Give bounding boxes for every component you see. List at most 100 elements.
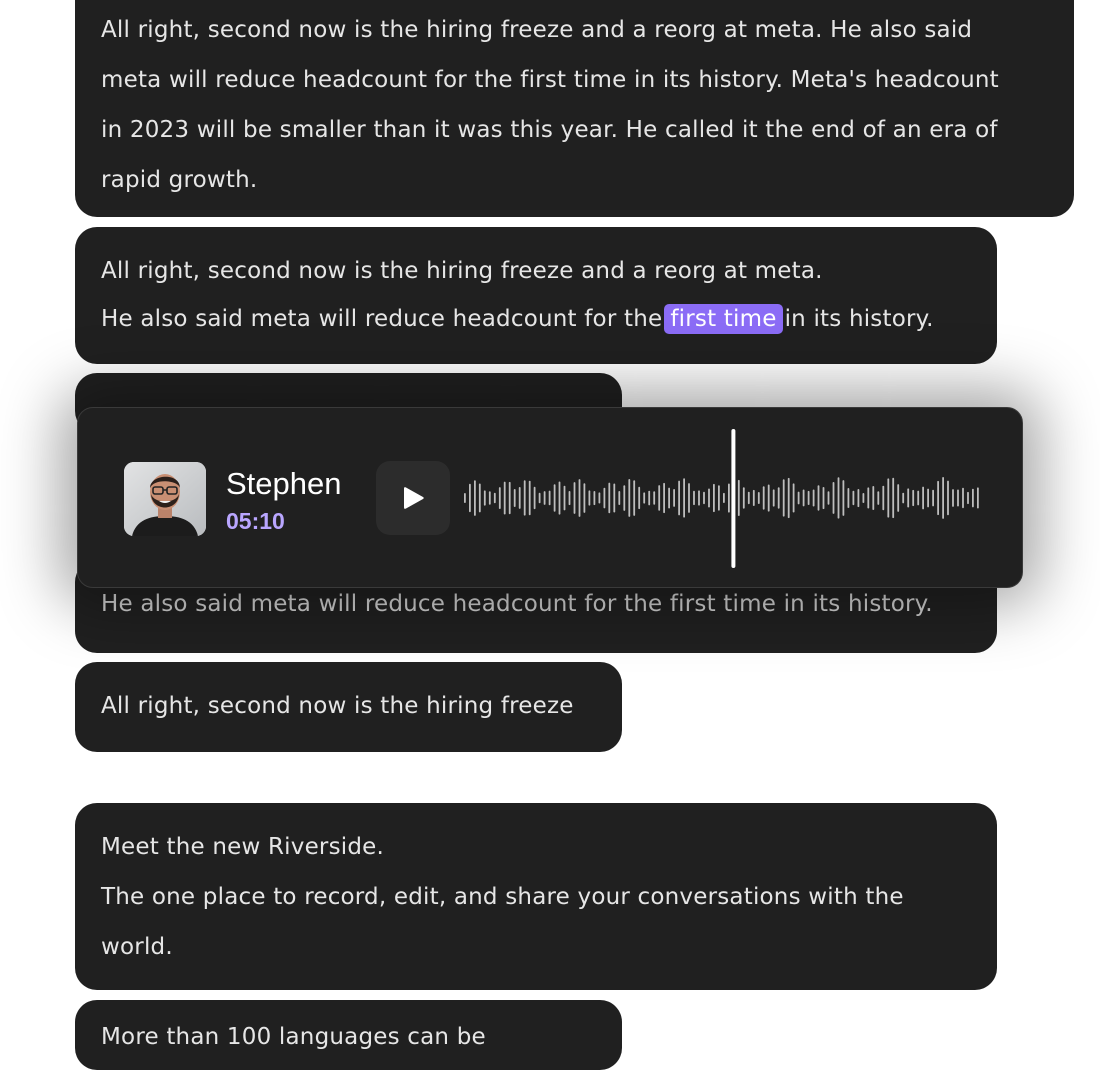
waveform-bar	[772, 489, 775, 507]
waveform-bar	[703, 491, 705, 505]
waveform-bar	[613, 483, 616, 513]
transcript-segment[interactable]: All right, second now is the hiring free…	[75, 0, 1074, 217]
waveform-bar	[797, 491, 800, 505]
waveform-bar	[787, 477, 790, 519]
waveform-bar	[842, 480, 845, 516]
waveform-bar	[598, 492, 601, 504]
waveform-bar	[488, 491, 491, 505]
waveform-bar	[718, 485, 720, 511]
waveform-bar	[663, 482, 665, 514]
waveform-bar	[907, 488, 910, 508]
waveform-bar	[932, 489, 934, 507]
waveform-bar	[877, 491, 880, 505]
waveform-bar	[528, 480, 531, 516]
waveform-bar	[573, 482, 576, 514]
waveform-bar	[762, 486, 765, 510]
waveform-bar	[817, 485, 820, 511]
waveform-bar	[752, 489, 755, 506]
waveform-bar	[782, 479, 785, 517]
waveform-bar	[483, 490, 486, 506]
waveform-bar	[862, 493, 865, 503]
play-button[interactable]	[376, 461, 450, 535]
waveform-bar	[742, 487, 745, 509]
waveform-bar	[937, 480, 939, 516]
waveform-bar	[802, 489, 805, 507]
waveform-bar	[648, 490, 651, 506]
speaker-name: Stephen	[226, 466, 342, 501]
waveform-bar	[847, 488, 850, 508]
waveform-bar	[464, 493, 466, 503]
transcript-line: The one place to record, edit, and share…	[101, 884, 904, 910]
waveform-bar	[568, 491, 571, 506]
waveform-bar	[927, 488, 929, 508]
waveform-bar	[887, 478, 890, 518]
waveform-bar	[757, 492, 760, 504]
waveform-bar	[478, 483, 481, 513]
waveform-bar	[474, 480, 476, 516]
transcript-text: He also said meta will reduce headcount …	[101, 306, 663, 332]
transcript-line: All right, second now is the hiring free…	[101, 258, 823, 284]
transcript-segment[interactable]: All right, second now is the hiring free…	[75, 227, 997, 364]
transcript-segment[interactable]: Meet the new Riverside. The one place to…	[75, 803, 997, 990]
waveform-bar	[897, 484, 900, 512]
waveform-bar	[618, 491, 621, 505]
waveform-bar	[469, 483, 471, 513]
waveform-bar	[917, 490, 920, 506]
waveform-bar	[698, 490, 700, 506]
waveform-bar	[723, 492, 725, 503]
playhead[interactable]	[731, 429, 736, 568]
waveform-bar	[683, 478, 685, 518]
waveform-bar	[962, 487, 964, 509]
waveform-bar	[533, 486, 536, 510]
waveform-bar	[643, 492, 646, 504]
timestamp: 05:10	[226, 508, 285, 534]
highlighted-word[interactable]: first time	[664, 304, 783, 334]
waveform-bar	[767, 484, 770, 512]
waveform-bar	[872, 486, 875, 510]
waveform-bar	[653, 491, 656, 505]
waveform-bar	[747, 491, 750, 505]
transcript-segment[interactable]: More than 100 languages can be	[75, 1000, 622, 1070]
speaker-photo-icon	[124, 462, 206, 536]
audio-player: Stephen 05:10	[77, 407, 1023, 588]
waveform-bar	[837, 477, 840, 519]
waveform-bar	[558, 481, 561, 515]
waveform-bar	[603, 487, 606, 509]
waveform-bar	[608, 482, 611, 514]
waveform-bar	[553, 484, 556, 512]
waveform[interactable]	[462, 426, 984, 571]
waveform-bar	[892, 477, 895, 519]
waveform-bar	[942, 477, 944, 519]
waveform-bar	[807, 490, 810, 505]
waveform-bar	[852, 490, 855, 506]
waveform-bar	[593, 491, 596, 506]
waveform-bar	[827, 491, 830, 505]
waveform-bar	[882, 485, 885, 511]
waveform-bar	[673, 489, 675, 507]
transcript-line: All right, second now is the hiring free…	[101, 17, 973, 43]
waveform-bar	[578, 479, 581, 517]
waveform-bar	[493, 492, 496, 504]
transcript-line: in 2023 will be smaller than it was this…	[101, 117, 998, 143]
waveform-bar	[728, 483, 730, 513]
waveform-bar	[857, 489, 860, 508]
waveform-bar	[922, 486, 924, 510]
waveform-bar	[623, 485, 626, 511]
waveform-bar	[503, 481, 506, 515]
waveform-bar	[947, 480, 949, 516]
waveform-bar	[812, 489, 815, 507]
waveform-bar	[658, 485, 661, 511]
transcript-line: world.	[101, 934, 173, 960]
waveform-bar	[822, 487, 825, 510]
transcript-segment[interactable]: All right, second now is the hiring free…	[75, 662, 622, 752]
waveform-bar	[538, 492, 541, 504]
waveform-bar	[518, 487, 521, 509]
waveform-bar	[628, 479, 631, 517]
waveform-bar	[563, 485, 566, 511]
waveform-bar	[513, 489, 516, 507]
waveform-bar	[967, 491, 969, 505]
transcript-line: He also said meta will reduce headcount …	[101, 295, 971, 343]
waveform-bar	[508, 481, 511, 515]
waveform-bar	[737, 479, 740, 516]
waveform-bar	[792, 483, 795, 513]
